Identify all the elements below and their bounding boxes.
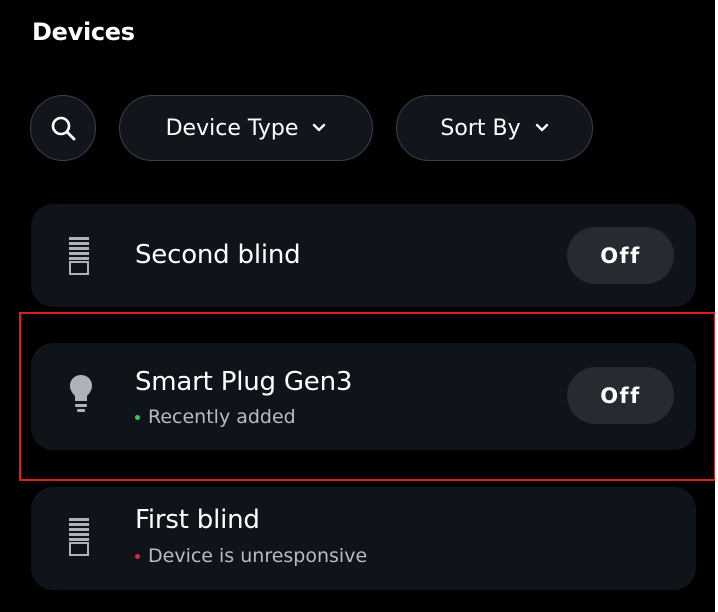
device-name: First blind [135,505,260,535]
search-icon [51,116,76,141]
device-name: Smart Plug Gen3 [135,367,353,397]
blind-icon [69,518,89,556]
power-toggle-button[interactable]: Off [567,367,674,424]
status-dot-green [135,414,140,420]
device-type-label: Device Type [165,115,299,141]
sort-by-filter[interactable]: Sort By [396,95,593,161]
device-type-filter[interactable]: Device Type [119,95,373,161]
chevron-down-icon [535,123,548,132]
devices-screen: Devices Device Type Sort By Second blind… [0,0,718,612]
light-bulb-icon [70,375,92,412]
power-toggle-button[interactable]: Off [567,227,674,284]
sort-by-label: Sort By [440,115,521,141]
device-card-second-blind[interactable]: Second blind Off [31,204,696,307]
search-button[interactable] [30,95,96,161]
device-status-text: Recently added [148,406,296,428]
status-dot-red [135,553,140,559]
blind-icon [69,237,89,275]
chevron-down-icon [313,123,326,132]
device-card-first-blind[interactable]: First blind Device is unresponsive [31,487,696,590]
device-card-smart-plug-gen3[interactable]: Smart Plug Gen3 Recently added Off [31,343,696,450]
page-title: Devices [32,18,135,46]
device-name: Second blind [135,240,301,270]
device-status: Recently added [135,406,296,428]
device-status: Device is unresponsive [135,545,367,567]
device-status-text: Device is unresponsive [148,545,368,567]
